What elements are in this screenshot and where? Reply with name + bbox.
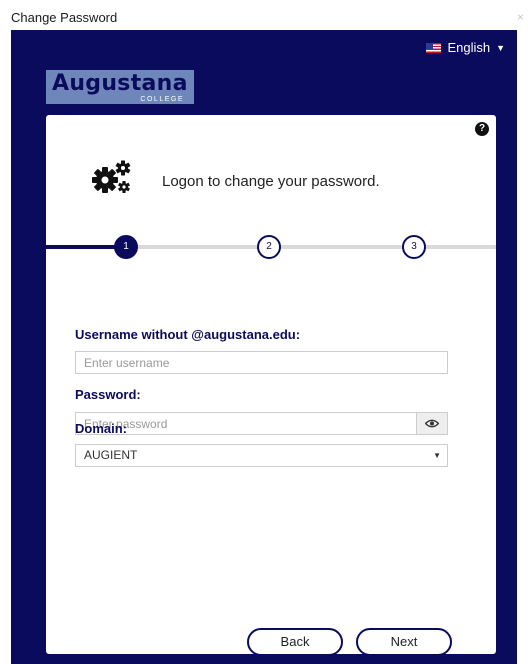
gears-icon xyxy=(92,160,131,193)
caret-down-icon: ▼ xyxy=(496,42,505,53)
logo-subtitle: COLLEGE xyxy=(140,96,184,103)
close-icon[interactable]: × xyxy=(517,10,524,24)
show-password-button[interactable] xyxy=(416,412,448,435)
us-flag-icon xyxy=(426,42,442,53)
window-title: Change Password xyxy=(11,10,118,25)
dropdown-arrow-icon: ▼ xyxy=(433,451,441,460)
headline: Logon to change your password. xyxy=(162,173,380,190)
domain-select[interactable]: AUGIENT ▼ xyxy=(75,444,448,467)
domain-value: AUGIENT xyxy=(84,448,138,462)
next-button[interactable]: Next xyxy=(356,628,452,656)
logo-wordmark: Augustana xyxy=(52,71,188,96)
augustana-logo: Augustana COLLEGE xyxy=(46,70,194,104)
username-label: Username without @augustana.edu: xyxy=(75,327,301,342)
step-3: 3 xyxy=(402,235,426,259)
window-titlebar: Change Password × xyxy=(0,0,528,30)
domain-label: Domain: xyxy=(75,421,127,436)
password-label: Password: xyxy=(75,387,141,402)
language-selector[interactable]: English ▼ xyxy=(426,40,505,55)
help-icon[interactable]: ? xyxy=(475,122,489,136)
step-2: 2 xyxy=(257,235,281,259)
step-1: 1 xyxy=(114,235,138,259)
username-input[interactable] xyxy=(75,351,448,374)
form-card: ? Logon to change your password. 1 2 3 U… xyxy=(46,115,496,656)
page-background: English ▼ Augustana COLLEGE ? Logon to c… xyxy=(11,30,517,664)
eye-icon xyxy=(425,419,439,428)
language-label: English xyxy=(447,40,491,55)
back-button[interactable]: Back xyxy=(247,628,343,656)
